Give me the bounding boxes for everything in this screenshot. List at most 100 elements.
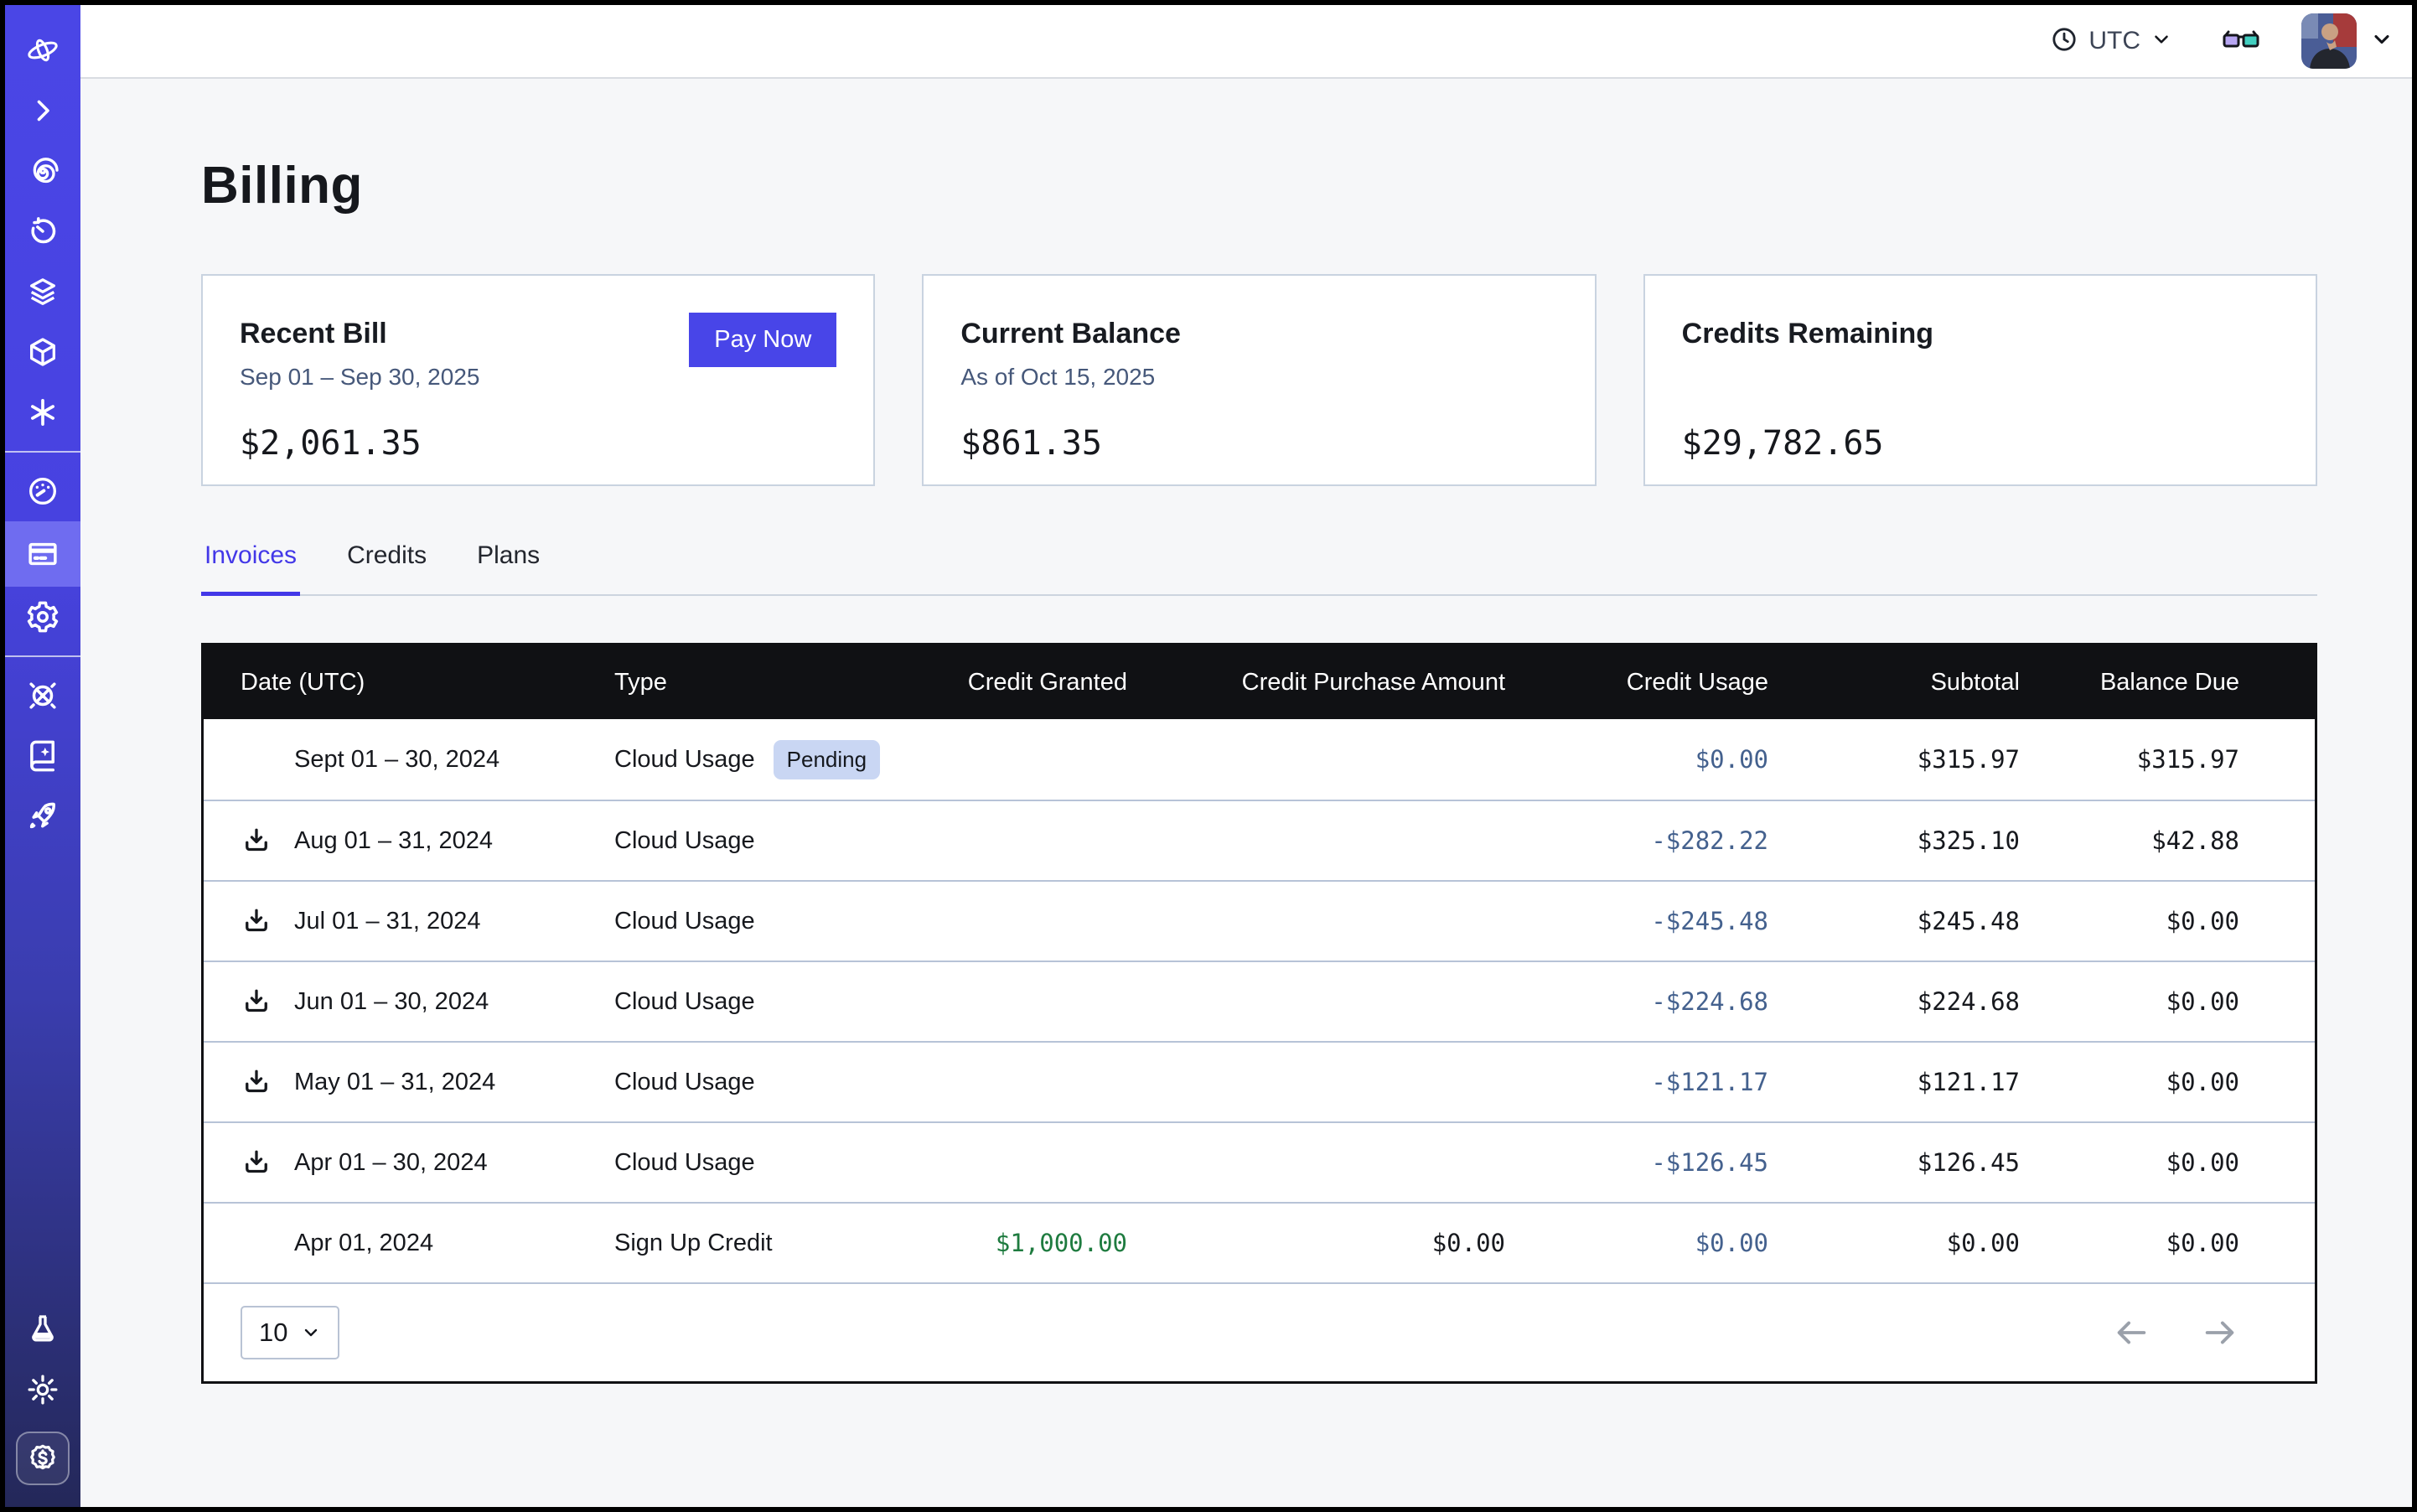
tab-credits[interactable]: Credits	[344, 541, 430, 594]
download-slot	[241, 1227, 272, 1259]
page-size-select[interactable]: 10	[241, 1306, 339, 1359]
sidebar	[5, 5, 80, 1507]
user-menu[interactable]	[2301, 13, 2394, 69]
asterisk-icon[interactable]	[5, 382, 80, 443]
timezone-label: UTC	[2088, 27, 2140, 55]
billing-tabs: Invoices Credits Plans	[201, 541, 2317, 596]
invoice-type-cell: Cloud Usage	[614, 1149, 924, 1177]
table-body: Sept 01 – 30, 2024 Cloud Usage Pending $…	[204, 719, 2315, 1282]
table-pagination: 10	[204, 1282, 2315, 1381]
rocket-icon[interactable]	[5, 786, 80, 847]
invoice-type-cell: Cloud Usage	[614, 988, 924, 1016]
user-avatar	[2301, 13, 2357, 69]
download-invoice-icon[interactable]	[241, 1067, 272, 1097]
balance-due-value: $0.00	[2020, 907, 2239, 935]
card-subtitle: As of Oct 15, 2025	[960, 364, 1557, 391]
invoice-date-cell: Apr 01 – 30, 2024	[241, 1147, 614, 1178]
credits-dollar-badge-icon[interactable]	[16, 1432, 70, 1485]
invoice-type: Cloud Usage	[614, 908, 755, 935]
labs-flask-icon[interactable]	[5, 1299, 80, 1359]
download-invoice-icon[interactable]	[241, 906, 272, 936]
card-subtitle	[1682, 364, 2279, 391]
invoice-date-cell: Sept 01 – 30, 2024	[241, 743, 614, 775]
sidebar-expand-chevron-icon[interactable]	[5, 80, 80, 141]
cube-icon[interactable]	[5, 322, 80, 382]
credit-usage-value: -$245.48	[1505, 907, 1768, 935]
docs-book-icon[interactable]	[5, 726, 80, 786]
invoice-type-cell: Sign Up Credit	[614, 1230, 924, 1257]
app-window: UTC	[0, 0, 2417, 1512]
invoice-date: Apr 01 – 30, 2024	[294, 1149, 488, 1177]
download-slot	[241, 1147, 272, 1178]
balance-due-value: $315.97	[2020, 745, 2239, 774]
invoice-row: Jul 01 – 31, 2024 Cloud Usage -$245.48 $…	[204, 880, 2315, 961]
pay-now-button[interactable]: Pay Now	[689, 313, 836, 367]
invoice-row: Aug 01 – 31, 2024 Cloud Usage -$282.22 $…	[204, 800, 2315, 880]
history-timer-icon[interactable]	[5, 201, 80, 261]
content: Billing Recent Bill Sep 01 – Sep 30, 202…	[80, 79, 2412, 1384]
balance-due-value: $42.88	[2020, 826, 2239, 855]
recent-bill-amount: $2,061.35	[240, 424, 836, 463]
tab-plans[interactable]: Plans	[474, 541, 543, 594]
chevron-down-icon	[2370, 28, 2394, 55]
credit-granted-value: $1,000.00	[924, 1229, 1127, 1257]
orbit-logo-icon[interactable]	[5, 20, 80, 80]
download-invoice-icon[interactable]	[241, 826, 272, 856]
current-balance-amount: $861.35	[960, 424, 1557, 463]
credits-remaining-amount: $29,782.65	[1682, 424, 2279, 463]
clock-icon	[2050, 25, 2078, 58]
col-credit-purchase-amount: Credit Purchase Amount	[1127, 669, 1505, 696]
invoice-type-cell: Cloud Usage	[614, 827, 924, 855]
subtotal-value: $315.97	[1768, 745, 2020, 774]
subtotal-value: $121.17	[1768, 1068, 2020, 1096]
spiral-icon[interactable]	[5, 141, 80, 201]
billing-card-icon[interactable]	[5, 521, 80, 587]
credit-usage-value: $0.00	[1505, 745, 1768, 774]
credit-purchase-value: $0.00	[1127, 1229, 1505, 1257]
timezone-selector[interactable]: UTC	[2050, 25, 2172, 58]
invoice-type: Cloud Usage	[614, 827, 755, 855]
col-date: Date (UTC)	[241, 669, 614, 696]
download-slot	[241, 986, 272, 1017]
sidebar-divider	[5, 655, 80, 657]
sidebar-divider	[5, 451, 80, 453]
layers-icon[interactable]	[5, 261, 80, 322]
balance-due-value: $0.00	[2020, 1068, 2239, 1096]
invoice-row: Apr 01 – 30, 2024 Cloud Usage -$126.45 $…	[204, 1121, 2315, 1202]
col-credit-usage: Credit Usage	[1505, 669, 1768, 696]
tab-invoices[interactable]: Invoices	[201, 541, 300, 596]
card-title: Current Balance	[960, 318, 1557, 350]
invoice-date-cell: Apr 01, 2024	[241, 1227, 614, 1259]
invoice-date-cell: May 01 – 31, 2024	[241, 1066, 614, 1098]
invoice-row: Jun 01 – 30, 2024 Cloud Usage -$224.68 $…	[204, 961, 2315, 1041]
credit-usage-value: -$121.17	[1505, 1068, 1768, 1096]
invoice-row: Apr 01, 2024 Sign Up Credit $1,000.00 $0…	[204, 1202, 2315, 1282]
credit-usage-value: -$126.45	[1505, 1148, 1768, 1177]
usage-gauge-icon[interactable]	[5, 461, 80, 521]
settings-gear-icon[interactable]	[5, 587, 80, 647]
download-slot	[241, 743, 272, 775]
balance-due-value: $0.00	[2020, 1148, 2239, 1177]
helm-wheel-icon[interactable]	[5, 665, 80, 726]
invoices-table: Date (UTC) Type Credit Granted Credit Pu…	[201, 643, 2317, 1384]
invoice-date: Sept 01 – 30, 2024	[294, 746, 499, 774]
download-slot	[241, 825, 272, 857]
invoice-type-cell: Cloud Usage	[614, 908, 924, 935]
next-page-arrow[interactable]	[2201, 1313, 2239, 1352]
subtotal-value: $126.45	[1768, 1148, 2020, 1177]
invoice-date: May 01 – 31, 2024	[294, 1069, 495, 1096]
download-invoice-icon[interactable]	[241, 986, 272, 1017]
theme-sun-icon[interactable]	[5, 1359, 80, 1420]
previous-page-arrow[interactable]	[2112, 1313, 2150, 1352]
glasses-icon[interactable]	[2221, 28, 2261, 54]
balance-due-value: $0.00	[2020, 987, 2239, 1016]
invoice-row: Sept 01 – 30, 2024 Cloud Usage Pending $…	[204, 719, 2315, 800]
col-subtotal: Subtotal	[1768, 669, 2020, 696]
subtotal-value: $245.48	[1768, 907, 2020, 935]
credits-remaining-card: Credits Remaining $29,782.65	[1643, 274, 2317, 486]
page-title: Billing	[201, 156, 2317, 215]
invoice-type: Sign Up Credit	[614, 1230, 773, 1257]
invoice-date-cell: Jun 01 – 30, 2024	[241, 986, 614, 1017]
download-invoice-icon[interactable]	[241, 1147, 272, 1178]
summary-cards: Recent Bill Sep 01 – Sep 30, 2025 $2,061…	[201, 274, 2317, 486]
